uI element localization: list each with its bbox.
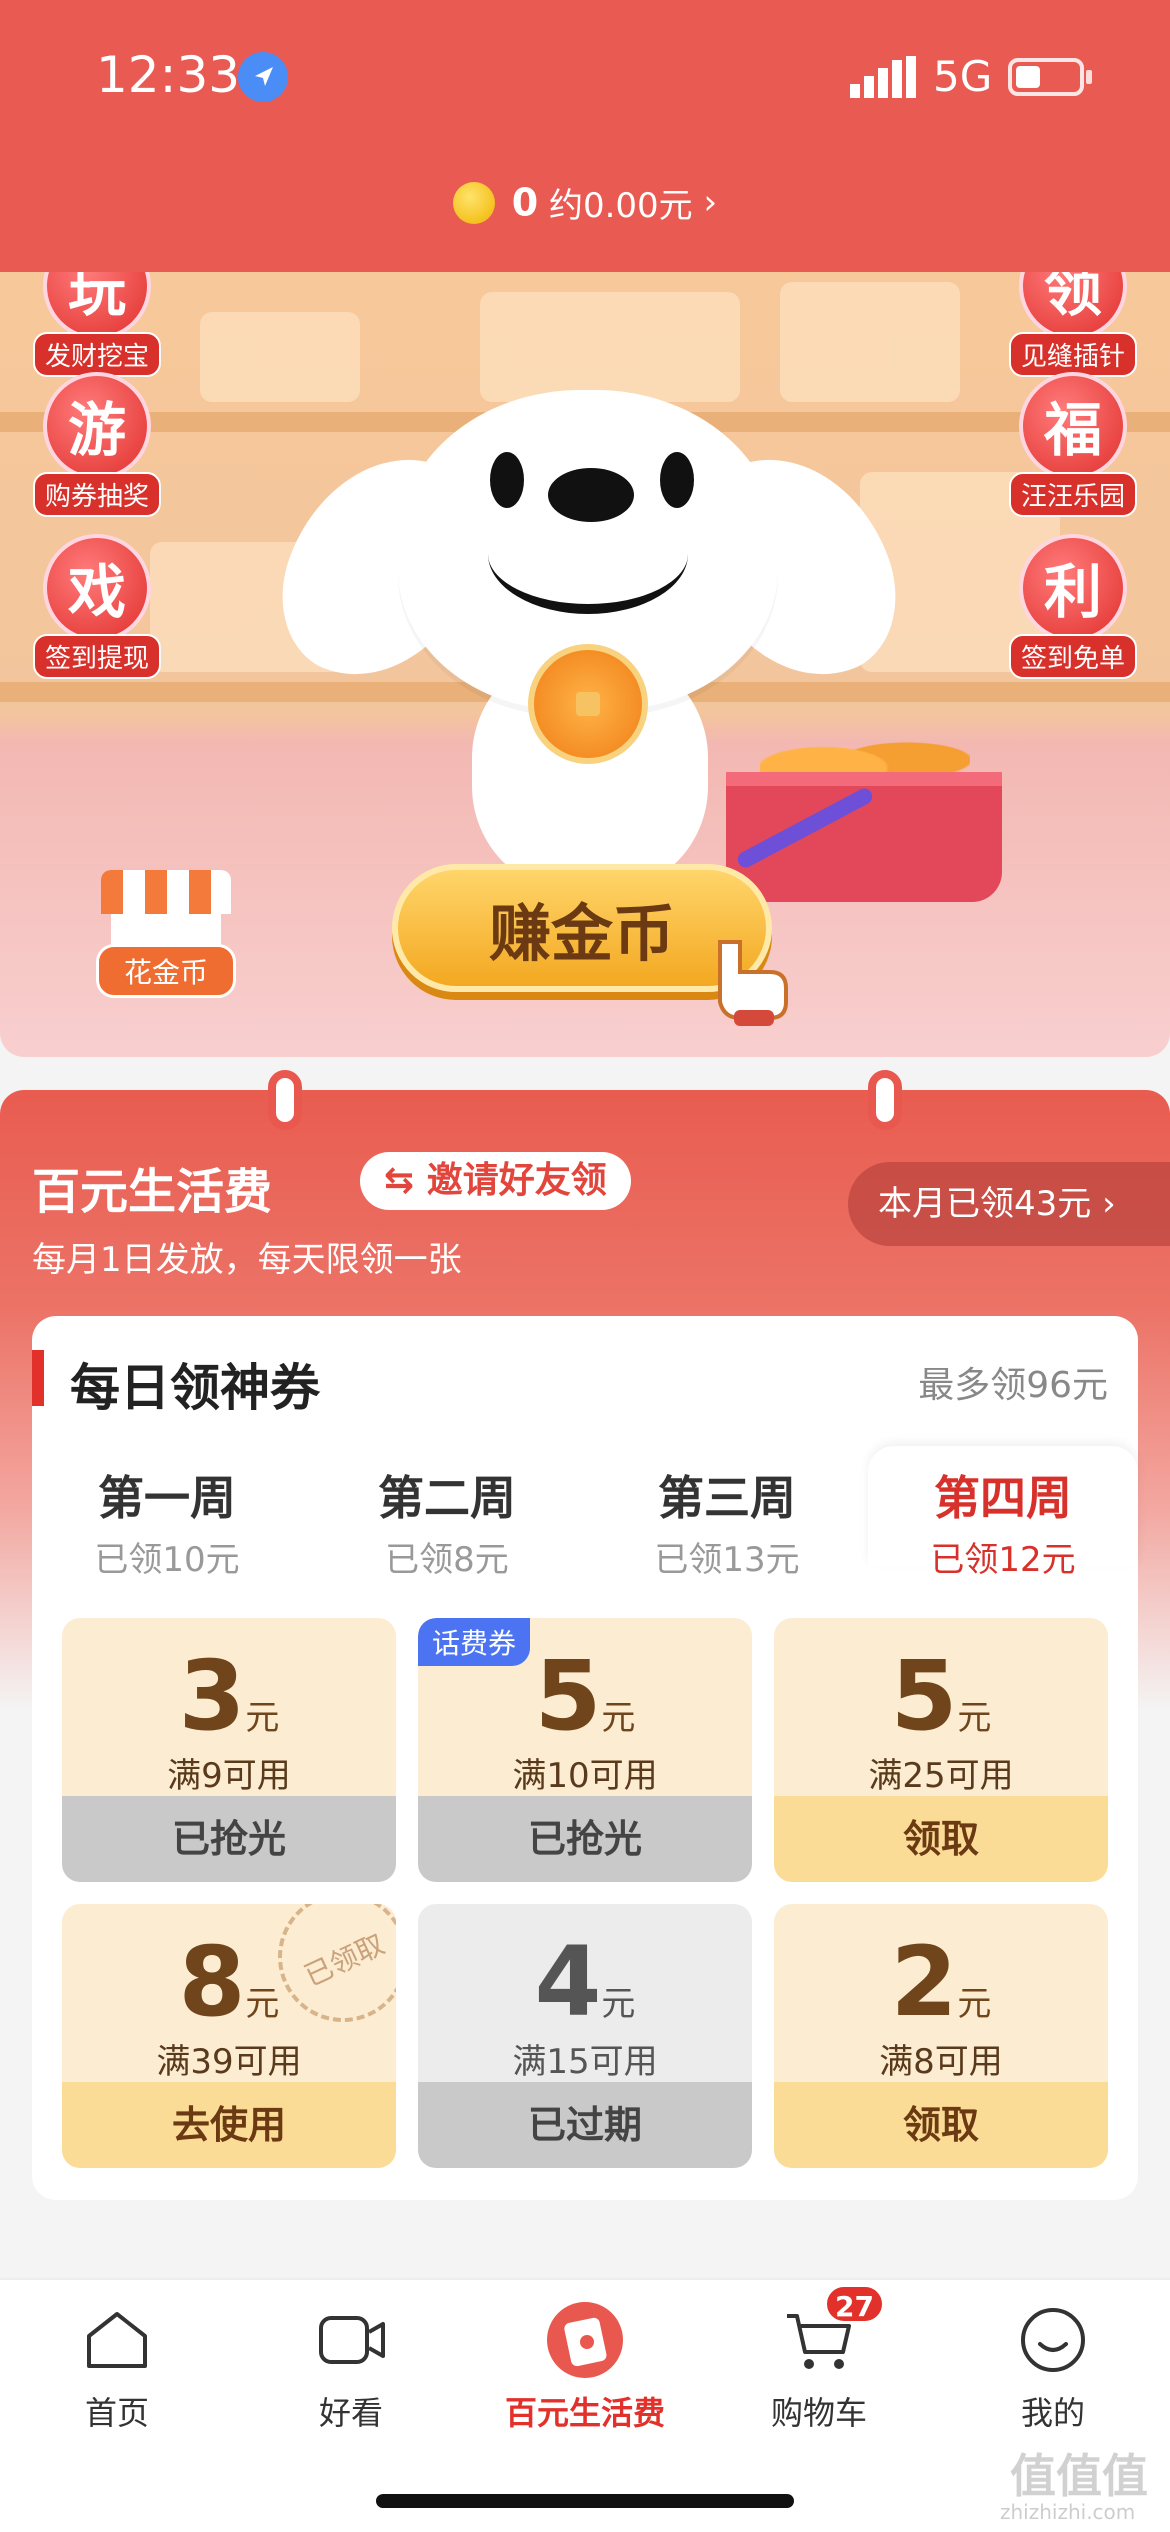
coupon-amount: 8 bbox=[178, 1926, 246, 2038]
coupon-condition: 满39可用 bbox=[156, 2042, 302, 2082]
coupon-condition: 满9可用 bbox=[167, 1756, 291, 1796]
tab-week-4[interactable]: 第四周 已领12元 bbox=[868, 1446, 1138, 1580]
panel-title: 百元生活费 bbox=[32, 1164, 273, 1220]
game-badge-checkin-cash[interactable]: 戏 签到提现 bbox=[22, 534, 172, 679]
coin-value: 约0.00元 bbox=[548, 186, 693, 226]
shop-label: 花金币 bbox=[96, 944, 236, 998]
coin-count: 0 bbox=[511, 180, 539, 225]
game-badge-dig-treasure[interactable]: 玩 发财挖宝 bbox=[22, 272, 172, 377]
month-claimed-link[interactable]: 本月已领43元 › bbox=[848, 1162, 1170, 1246]
coupon-card: 5元 满25可用 领取 bbox=[774, 1618, 1108, 1882]
game-badge-coupon-lottery[interactable]: 游 购券抽奖 bbox=[22, 372, 172, 517]
battery-icon bbox=[1008, 58, 1084, 96]
game-badge-free-order[interactable]: 利 签到免单 bbox=[998, 534, 1148, 679]
tab-home[interactable]: 首页 bbox=[0, 2300, 234, 2434]
expired-button: 已过期 bbox=[418, 2082, 752, 2168]
sold-out-button: 已抢光 bbox=[62, 1796, 396, 1882]
coupon-card: 3元 满9可用 已抢光 bbox=[62, 1618, 396, 1882]
shelf-goods bbox=[480, 292, 740, 402]
tab-cart[interactable]: 购物车 bbox=[702, 2300, 936, 2434]
gold-coin-icon bbox=[452, 181, 495, 224]
coupon-condition: 满8可用 bbox=[879, 2042, 1003, 2082]
shop-icon bbox=[101, 870, 231, 914]
coupon-amount: 4 bbox=[534, 1926, 602, 2038]
claim-button[interactable]: 领取 bbox=[774, 1796, 1108, 1882]
home-icon bbox=[87, 2312, 147, 2368]
tab-week-2[interactable]: 第二周 已领8元 bbox=[312, 1446, 582, 1580]
card-title: 每日领神券 bbox=[70, 1359, 320, 1417]
pointing-hand-icon bbox=[718, 940, 788, 1026]
coin-balance[interactable]: 0 约0.00元 › bbox=[0, 178, 1170, 227]
coupon-amount: 2 bbox=[890, 1926, 958, 2038]
watermark-url: zhizhizhi.com bbox=[1000, 2500, 1136, 2524]
coupon-amount: 5 bbox=[534, 1640, 602, 1752]
tab-week-3[interactable]: 第三周 已领13元 bbox=[592, 1446, 862, 1580]
network-label: 5G bbox=[933, 52, 993, 101]
battery-tip bbox=[1086, 70, 1092, 84]
coupon-condition: 满25可用 bbox=[868, 1756, 1014, 1796]
sold-out-button: 已抢光 bbox=[418, 1796, 752, 1882]
header: 12:33 5G 0 约0.00元 › bbox=[0, 0, 1170, 272]
tab-life-fee[interactable]: 百元生活费 bbox=[468, 2300, 702, 2434]
panel-subtitle: 每月1日发放，每天限领一张 bbox=[32, 1240, 462, 1280]
coupon-card: 2元 满8可用 领取 bbox=[774, 1904, 1108, 2168]
tab-week-1[interactable]: 第一周 已领10元 bbox=[32, 1446, 302, 1580]
hero-banner: 玩 发财挖宝 游 购券抽奖 戏 签到提现 领 见缝插针 福 汪汪乐园 利 签到免… bbox=[0, 272, 1170, 1057]
panel-pin bbox=[868, 1070, 902, 1130]
claim-button[interactable]: 领取 bbox=[774, 2082, 1108, 2168]
coupon-card: 话费券 5元 满10可用 已抢光 bbox=[418, 1618, 752, 1882]
shelf-goods bbox=[780, 282, 960, 402]
invite-friends-button[interactable]: ⇆ 邀请好友领 bbox=[360, 1152, 631, 1210]
spend-coins-shop[interactable]: 花金币 bbox=[96, 870, 236, 998]
watermark: 值值值 bbox=[1010, 2449, 1148, 2503]
daily-coupon-card: 每日领神券 最多领96元 第一周 已领10元 第二周 已领8元 第三周 已领13… bbox=[32, 1316, 1138, 2200]
mascot-coin bbox=[528, 644, 648, 764]
use-now-button[interactable]: 去使用 bbox=[62, 2082, 396, 2168]
game-badge-needle[interactable]: 领 见缝插针 bbox=[998, 272, 1148, 377]
chevron-right-icon: › bbox=[703, 182, 718, 223]
shelf-goods bbox=[200, 312, 360, 402]
tab-watch[interactable]: 好看 bbox=[234, 2300, 468, 2434]
card-max: 最多领96元 bbox=[918, 1365, 1108, 1406]
coupon-amount: 5 bbox=[890, 1640, 958, 1752]
home-indicator bbox=[376, 2494, 794, 2508]
location-icon bbox=[238, 52, 288, 102]
tab-profile[interactable]: 我的 bbox=[936, 2300, 1170, 2434]
coupon-amount: 3 bbox=[178, 1640, 246, 1752]
video-icon bbox=[319, 2316, 385, 2364]
game-badge-dog-park[interactable]: 福 汪汪乐园 bbox=[998, 372, 1148, 517]
title-accent-bar bbox=[32, 1350, 44, 1406]
life-fee-icon bbox=[547, 2302, 623, 2378]
profile-icon bbox=[1021, 2308, 1085, 2372]
share-icon: ⇆ bbox=[384, 1160, 427, 1201]
coupon-condition: 满15可用 bbox=[512, 2042, 658, 2082]
phone-bill-tag: 话费券 bbox=[418, 1618, 531, 1666]
coupon-card: 已领取 8元 满39可用 去使用 bbox=[62, 1904, 396, 2168]
panel-pin bbox=[268, 1070, 302, 1130]
coupon-condition: 满10可用 bbox=[512, 1756, 658, 1796]
signal-icon bbox=[850, 56, 916, 98]
mascot-nose bbox=[548, 468, 634, 522]
status-time: 12:33 bbox=[96, 46, 241, 104]
cart-count-badge: 27 bbox=[824, 2284, 885, 2324]
coupon-card: 4元 满15可用 已过期 bbox=[418, 1904, 752, 2168]
